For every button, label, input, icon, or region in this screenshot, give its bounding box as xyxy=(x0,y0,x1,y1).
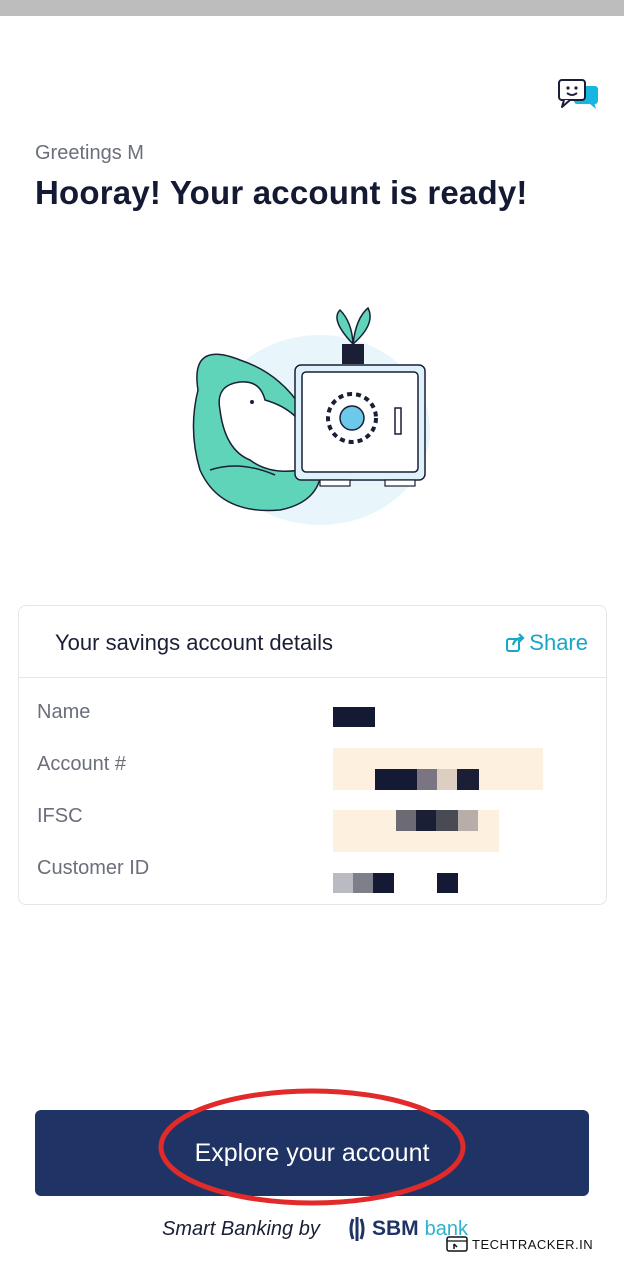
watermark: TECHTRACKER.IN xyxy=(446,1236,593,1252)
sbm-brand-text: SBM xyxy=(372,1217,419,1240)
account-details-card: Your savings account details Share Name … xyxy=(18,605,607,905)
card-header: Your savings account details Share xyxy=(19,606,606,678)
ifsc-label: IFSC xyxy=(37,805,83,827)
footer-tagline: Smart Banking by xyxy=(162,1218,320,1240)
share-icon xyxy=(506,633,525,652)
sbm-logo-icon xyxy=(349,1217,365,1241)
card-title: Your savings account details xyxy=(55,630,334,655)
dog-beanbag-safe-illustration xyxy=(192,306,430,525)
chat-support-icon xyxy=(558,79,598,109)
customer-id-label: Customer ID xyxy=(37,857,150,879)
name-label: Name xyxy=(37,701,91,723)
greeting-text: Greetings M xyxy=(35,142,144,164)
page-title: Hooray! Your account is ready! xyxy=(35,174,528,211)
share-label: Share xyxy=(529,630,588,655)
chat-support-button[interactable] xyxy=(556,78,602,112)
watermark-text: TECHTRACKER.IN xyxy=(472,1236,594,1252)
watermark-logo-icon xyxy=(446,1236,468,1252)
explore-account-label: Explore your account xyxy=(194,1138,430,1167)
status-bar xyxy=(0,0,624,16)
explore-account-button[interactable]: Explore your account xyxy=(35,1110,589,1196)
share-button[interactable]: Share xyxy=(505,630,588,656)
account-number-label: Account # xyxy=(37,753,126,775)
